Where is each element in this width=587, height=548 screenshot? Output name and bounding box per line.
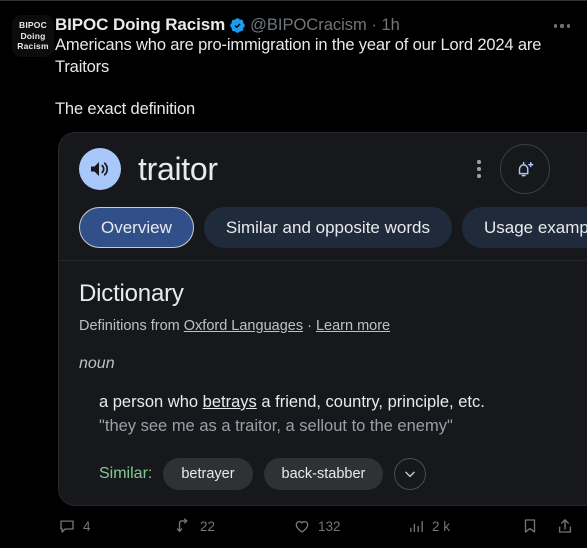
reply-button[interactable]: 4 xyxy=(58,513,91,539)
author-row: BIPOC Doing Racism @BIPOCracism · 1h xyxy=(55,15,535,35)
dictionary-section: Dictionary Definitions from Oxford Langu… xyxy=(79,280,579,334)
betrays-link[interactable]: betrays xyxy=(203,393,257,411)
author-display-name[interactable]: BIPOC Doing Racism xyxy=(55,15,225,35)
headword: traitor xyxy=(138,151,218,187)
more-horizontal-icon[interactable] xyxy=(547,17,577,35)
speaker-volume-icon[interactable] xyxy=(79,148,121,190)
views-button[interactable]: 2 k xyxy=(408,513,450,539)
section-title: Dictionary xyxy=(79,280,184,307)
bookmark-button[interactable] xyxy=(521,513,546,539)
similar-label: Similar: xyxy=(99,465,153,482)
views-bar-icon xyxy=(410,520,423,532)
source-line: Definitions from Oxford Languages · Lear… xyxy=(79,318,579,334)
tweet-body-text-secondary: The exact definition xyxy=(55,100,196,118)
tab-usage-examples[interactable]: Usage examples xyxy=(461,207,587,248)
like-button[interactable]: 132 xyxy=(293,513,341,539)
source-separator: · xyxy=(303,318,316,334)
oxford-languages-link[interactable]: Oxford Languages xyxy=(184,318,303,334)
more-vertical-icon[interactable] xyxy=(468,153,490,185)
retweet-icon xyxy=(176,517,188,532)
chevron-down-glyph xyxy=(405,471,416,478)
bookmark-icon xyxy=(524,519,536,533)
reply-count: 4 xyxy=(83,518,91,534)
reply-icon xyxy=(60,520,74,533)
share-button[interactable] xyxy=(556,513,581,539)
chevron-down-icon[interactable] xyxy=(394,458,427,490)
dictionary-card: traitor Overview Similar and opposite wo… xyxy=(58,132,587,506)
avatar-line-1: BIPOC xyxy=(19,20,47,31)
tab-overview[interactable]: Overview xyxy=(79,207,194,248)
retweet-count: 22 xyxy=(200,518,216,534)
avatar-line-2: Doing xyxy=(20,30,46,41)
definition-post: a friend, country, principle, etc. xyxy=(256,393,485,411)
tweet-screen: BIPOC Doing Racism BIPOC Doing Racism @B… xyxy=(0,0,587,548)
like-count: 132 xyxy=(318,518,341,534)
speaker-glyph xyxy=(91,162,109,176)
tabs-divider xyxy=(59,260,587,261)
tweet-body-text: Americans who are pro-immigration in the… xyxy=(55,36,542,76)
share-upload-icon xyxy=(558,519,572,533)
definition-pre: a person who xyxy=(99,393,203,411)
retweet-button[interactable]: 22 xyxy=(174,513,215,539)
definition-example: "they see me as a traitor, a sellout to … xyxy=(99,417,453,435)
views-count: 2 k xyxy=(432,518,451,534)
bell-glyph xyxy=(518,161,534,177)
tab-similar-and-opposite-words[interactable]: Similar and opposite words xyxy=(203,207,452,248)
definition-text: a person who betrays a friend, country, … xyxy=(99,391,587,415)
learn-more-link[interactable]: Learn more xyxy=(316,318,390,334)
source-prefix: Definitions from xyxy=(79,318,184,334)
verified-badge-icon xyxy=(230,17,245,33)
card-tabs: Overview Similar and opposite words Usag… xyxy=(59,207,587,248)
similar-chip-betrayer[interactable]: betrayer xyxy=(163,458,253,490)
avatar[interactable]: BIPOC Doing Racism xyxy=(12,15,54,57)
similar-row: Similar: betrayer back-stabber xyxy=(99,458,427,490)
card-header: traitor xyxy=(59,133,587,204)
tweet-action-bar: 4 22 132 2 k xyxy=(0,513,587,543)
similar-chip-back-stabber[interactable]: back-stabber xyxy=(263,458,384,490)
avatar-line-3: Racism xyxy=(17,41,49,52)
part-of-speech: noun xyxy=(79,355,115,372)
bell-add-icon[interactable] xyxy=(500,144,550,194)
author-handle-and-time: @BIPOCracism · 1h xyxy=(250,15,400,34)
heart-icon xyxy=(295,520,309,533)
